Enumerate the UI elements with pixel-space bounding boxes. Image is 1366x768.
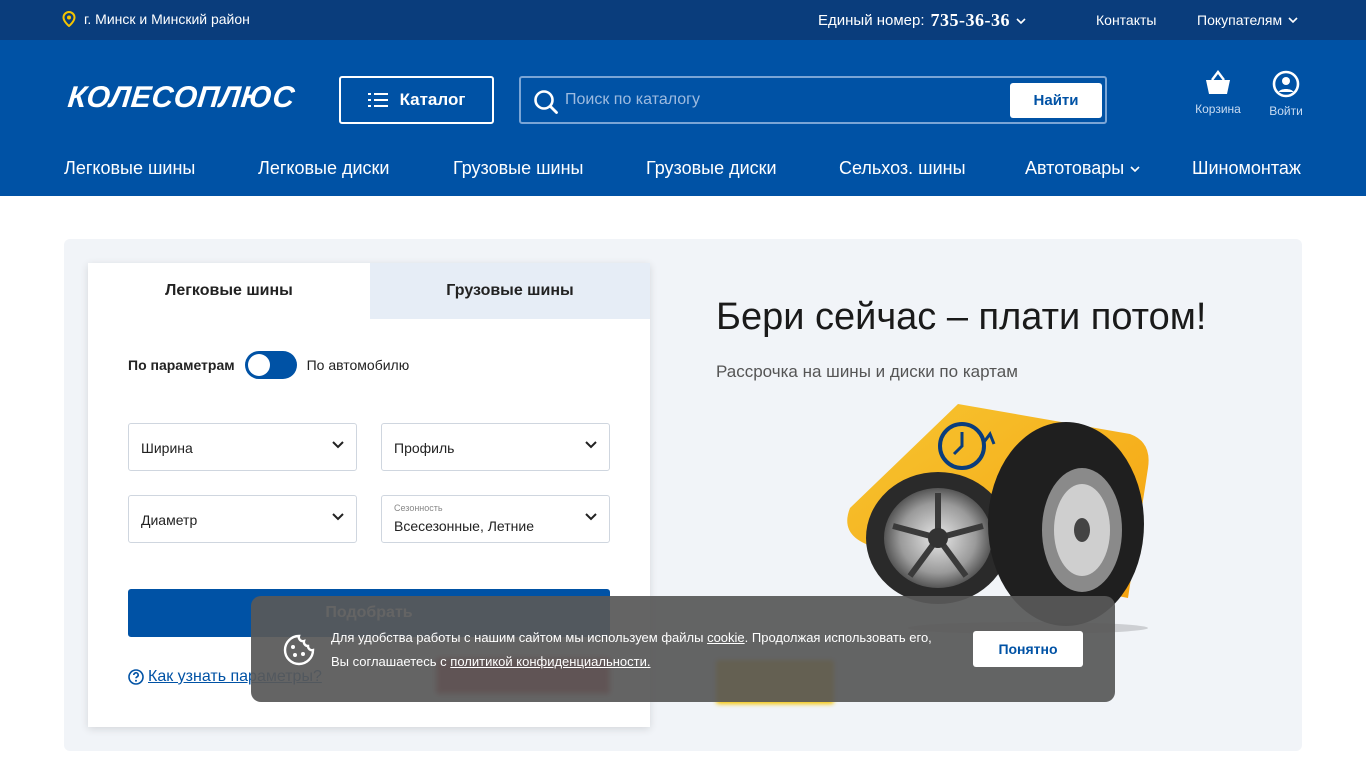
nav-item-tire-service[interactable]: Шиномонтаж xyxy=(1192,158,1301,179)
nav-item-car-tires[interactable]: Легковые шины xyxy=(64,158,195,179)
season-select-value: Всесезонные, Летние xyxy=(394,518,534,534)
contacts-link[interactable]: Контакты xyxy=(1096,12,1156,28)
diameter-select-label: Диаметр xyxy=(141,512,198,528)
cookie-banner: Для удобства работы с нашим сайтом мы ис… xyxy=(251,596,1115,702)
chevron-down-icon xyxy=(585,441,597,449)
menu-icon xyxy=(367,93,388,107)
profile-select-label: Профиль xyxy=(394,440,455,456)
top-bar: г. Минск и Минский район Единый номер: 7… xyxy=(0,0,1366,40)
phone-number[interactable]: 735-36-36 xyxy=(931,10,1011,31)
location-text: г. Минск и Минский район xyxy=(84,11,250,27)
nav-item-label: Автотовары xyxy=(1025,158,1125,178)
filter-mode-switch: По параметрам По автомобилю xyxy=(128,351,409,379)
privacy-policy-link[interactable]: политикой конфиденциальности. xyxy=(450,654,650,669)
location-selector[interactable]: г. Минск и Минский район xyxy=(62,11,250,27)
nav-item-auto-goods[interactable]: Автотовары xyxy=(1025,158,1140,179)
search-bar: Найти xyxy=(519,76,1107,124)
nav-item-agro-tires[interactable]: Сельхоз. шины xyxy=(839,158,966,179)
login-button[interactable]: Войти xyxy=(1256,70,1316,118)
chevron-down-icon xyxy=(1130,165,1140,172)
chevron-down-icon xyxy=(332,441,344,449)
nav-item-car-wheels[interactable]: Легковые диски xyxy=(258,158,389,179)
cookie-text-part: Для удобства работы с нашим сайтом мы ис… xyxy=(331,630,708,645)
search-input[interactable] xyxy=(565,86,1005,114)
nav-item-truck-tires[interactable]: Грузовые шины xyxy=(453,158,584,179)
user-icon xyxy=(1272,70,1300,98)
chevron-down-icon xyxy=(332,513,344,521)
promo-title: Бери сейчас – плати потом! xyxy=(716,296,1207,338)
width-select-label: Ширина xyxy=(141,440,193,456)
buyers-menu[interactable]: Покупателям xyxy=(1197,12,1298,28)
mode-by-car-label: По автомобилю xyxy=(306,357,410,373)
diameter-select[interactable]: Диаметр xyxy=(128,495,357,543)
catalog-label: Каталог xyxy=(399,90,466,109)
location-pin-icon xyxy=(62,11,76,27)
cookie-link[interactable]: cookie xyxy=(707,630,745,645)
season-select-label: Сезонность xyxy=(394,503,443,513)
cookie-text: Для удобства работы с нашим сайтом мы ис… xyxy=(331,626,951,674)
cart-label: Корзина xyxy=(1195,102,1241,116)
chevron-down-icon xyxy=(1016,17,1026,24)
main-header: КОЛЕСОПЛЮС Каталог Найти Корзина Войти Л… xyxy=(0,40,1366,196)
search-button[interactable]: Найти xyxy=(1010,83,1102,118)
width-select[interactable]: Ширина xyxy=(128,423,357,471)
catalog-button[interactable]: Каталог xyxy=(339,76,494,124)
site-logo[interactable]: КОЛЕСОПЛЮС xyxy=(66,81,296,115)
cart-button[interactable]: Корзина xyxy=(1188,70,1248,116)
promo-subtitle: Рассрочка на шины и диски по картам xyxy=(716,362,1018,381)
phone-block[interactable]: Единый номер: 735-36-36 xyxy=(818,10,1026,31)
cookie-icon xyxy=(283,634,315,666)
buyers-label: Покупателям xyxy=(1197,12,1283,28)
season-select[interactable]: Сезонность Всесезонные, Летние xyxy=(381,495,610,543)
chevron-down-icon xyxy=(1288,17,1298,23)
mode-by-params-label: По параметрам xyxy=(128,357,235,373)
phone-label: Единый номер: xyxy=(818,12,925,29)
cookie-accept-button[interactable]: Понятно xyxy=(973,631,1083,667)
question-icon xyxy=(128,669,144,685)
search-icon xyxy=(534,90,558,114)
chevron-down-icon xyxy=(585,513,597,521)
mode-toggle[interactable] xyxy=(244,351,297,379)
nav-item-truck-wheels[interactable]: Грузовые диски xyxy=(646,158,777,179)
profile-select[interactable]: Профиль xyxy=(381,423,610,471)
tab-car-tires[interactable]: Легковые шины xyxy=(88,263,370,319)
main-nav: Легковые шины Легковые диски Грузовые ши… xyxy=(0,158,1366,182)
basket-icon xyxy=(1206,70,1230,94)
login-label: Войти xyxy=(1269,104,1303,118)
tab-truck-tires[interactable]: Грузовые шины xyxy=(370,263,650,319)
